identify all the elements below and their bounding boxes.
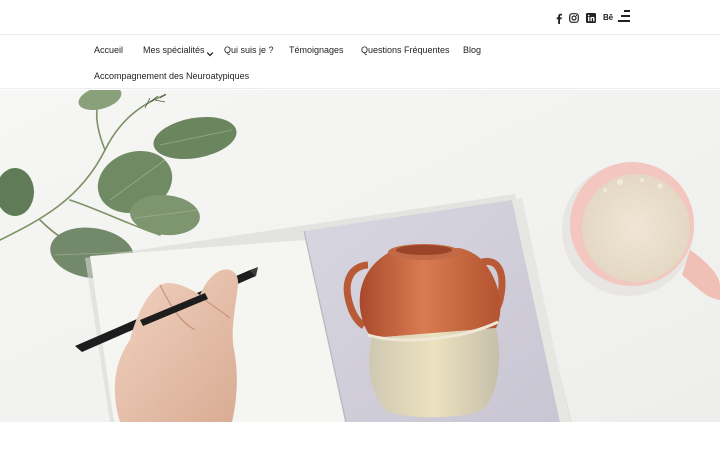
nav-item-mes-specialites[interactable]: Mes spécialités <box>143 44 205 56</box>
behance-icon[interactable]: Bē <box>603 12 613 24</box>
nav-item-blog[interactable]: Blog <box>463 44 481 56</box>
nav-item-accueil[interactable]: Accueil <box>94 44 123 56</box>
instagram-icon[interactable] <box>569 12 579 24</box>
nav-item-questions-frequentes[interactable]: Questions Fréquentes <box>361 44 450 56</box>
nav-item-qui-suis-je[interactable]: Qui suis je ? <box>224 44 274 56</box>
chevron-down-icon[interactable] <box>206 45 214 57</box>
nav-item-accompagnement-neuroatypiques[interactable]: Accompagnement des Neuroatypiques <box>94 70 249 82</box>
hamburger-menu-icon[interactable] <box>618 10 630 22</box>
linkedin-icon[interactable] <box>586 12 596 24</box>
facebook-icon[interactable] <box>556 12 562 24</box>
hero-image <box>0 90 720 422</box>
top-bar: Bē <box>0 0 720 35</box>
page-content-start <box>0 422 720 450</box>
social-links: Bē <box>556 11 613 25</box>
nav-item-temoignages[interactable]: Témoignages <box>289 44 344 56</box>
